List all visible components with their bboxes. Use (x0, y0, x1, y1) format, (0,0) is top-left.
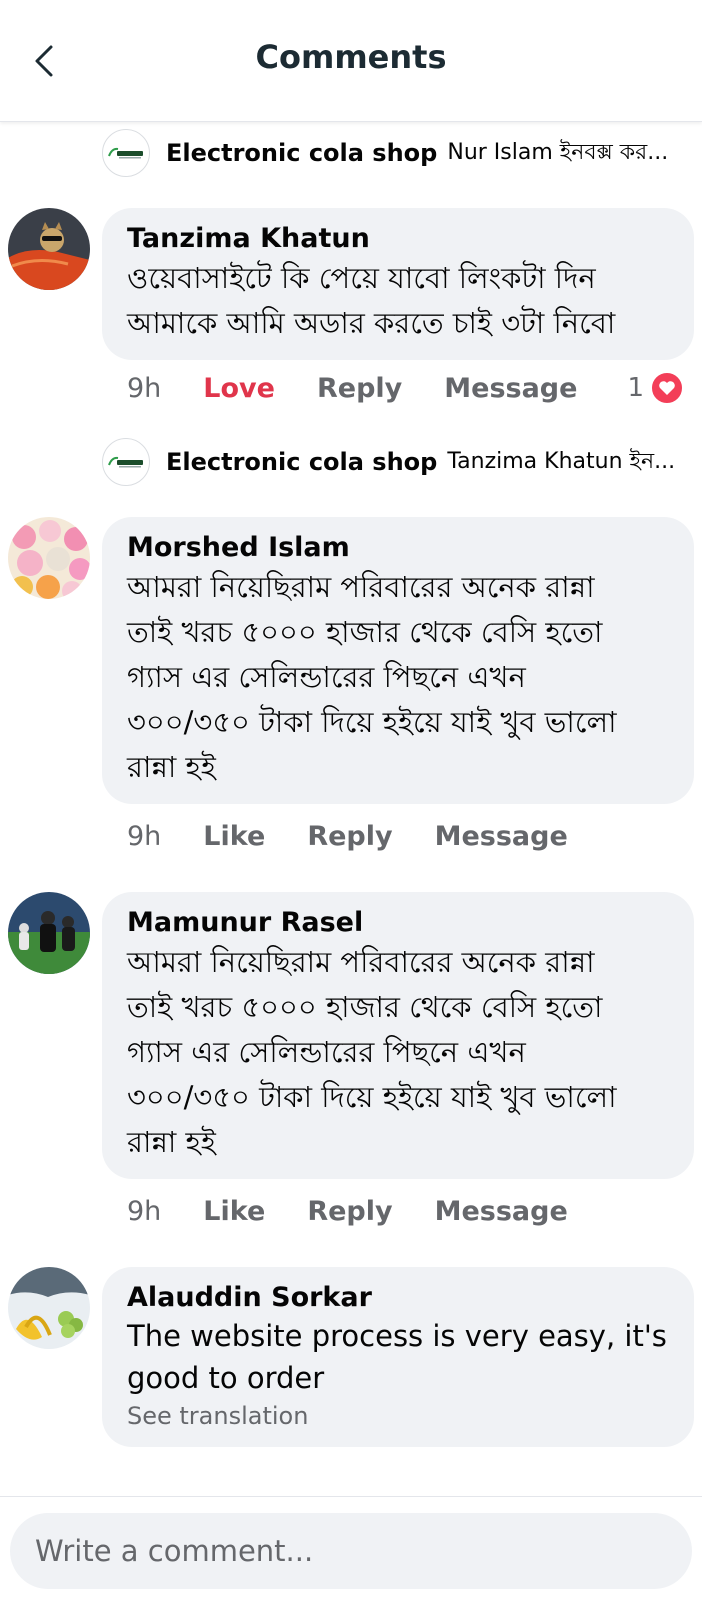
comment-bubble: Morshed Islam আমরা নিয়েছিরাম পরিবারের অ… (102, 517, 694, 804)
comment-time: 9h (127, 372, 162, 404)
comment-actions: 9h Like Reply Message (127, 818, 610, 854)
comment-author[interactable]: Alauddin Sorkar (127, 1281, 672, 1315)
comment-author[interactable]: Tanzima Khatun (127, 222, 672, 256)
message-button[interactable]: Message (435, 821, 568, 852)
shop-logo-icon (108, 147, 143, 159)
reply-button[interactable]: Reply (307, 821, 392, 852)
reply-button[interactable]: Reply (307, 1196, 392, 1227)
comment-text: ওয়েবাসাইটে কি পেয়ে যাবো লিংকটা দিন আমা… (127, 261, 616, 340)
shop-logo-icon (108, 456, 143, 468)
comment-bubble: Mamunur Rasel আমরা নিয়েছিরাম পরিবারের অ… (102, 892, 694, 1179)
like-button[interactable]: Like (203, 821, 265, 852)
reply-snippet: Tanzima Khatun ইন... (447, 448, 676, 474)
avatar[interactable] (8, 208, 90, 290)
see-translation-link[interactable]: See translation (127, 1399, 672, 1433)
avatar[interactable] (8, 892, 90, 974)
reaction-count: 1 (627, 373, 644, 403)
like-button[interactable]: Like (203, 1196, 265, 1227)
reaction-summary[interactable]: 1 (627, 370, 684, 406)
avatar[interactable] (8, 1267, 90, 1349)
comment-bubble: Alauddin Sorkar The website process is v… (102, 1267, 694, 1447)
love-button[interactable]: Love (203, 373, 275, 404)
comment-author[interactable]: Morshed Islam (127, 531, 672, 565)
comment-composer (0, 1496, 702, 1600)
reply-preview[interactable]: Electronic cola shop Tanzima Khatun ইন..… (102, 437, 692, 487)
page-avatar (102, 129, 150, 177)
comment-time: 9h (127, 1195, 162, 1227)
avatar[interactable] (8, 517, 90, 599)
message-button[interactable]: Message (444, 373, 577, 404)
page-title: Comments (255, 38, 447, 76)
reply-author[interactable]: Electronic cola shop (166, 139, 437, 167)
comment-actions: 9h Love Reply Message (127, 370, 619, 406)
reply-button[interactable]: Reply (317, 373, 402, 404)
comment-time: 9h (127, 820, 162, 852)
top-bar: Comments (0, 0, 702, 122)
comment-bubble: Tanzima Khatun ওয়েবাসাইটে কি পেয়ে যাবো… (102, 208, 694, 360)
page-avatar (102, 438, 150, 486)
reply-snippet: Nur Islam ইনবক্স কর... (447, 139, 669, 165)
heart-icon (650, 371, 684, 405)
reply-preview[interactable]: Electronic cola shop Nur Islam ইনবক্স কর… (102, 128, 692, 178)
comment-author[interactable]: Mamunur Rasel (127, 906, 672, 940)
comment-text: The website process is very easy, it's g… (127, 1319, 667, 1395)
message-button[interactable]: Message (435, 1196, 568, 1227)
comment-text: আমরা নিয়েছিরাম পরিবারের অনেক রান্না তাই… (127, 945, 617, 1159)
comment-text: আমরা নিয়েছিরাম পরিবারের অনেক রান্না তাই… (127, 570, 617, 784)
comment-input[interactable] (10, 1513, 692, 1589)
reply-author[interactable]: Electronic cola shop (166, 448, 437, 476)
comment-actions: 9h Like Reply Message (127, 1193, 610, 1229)
